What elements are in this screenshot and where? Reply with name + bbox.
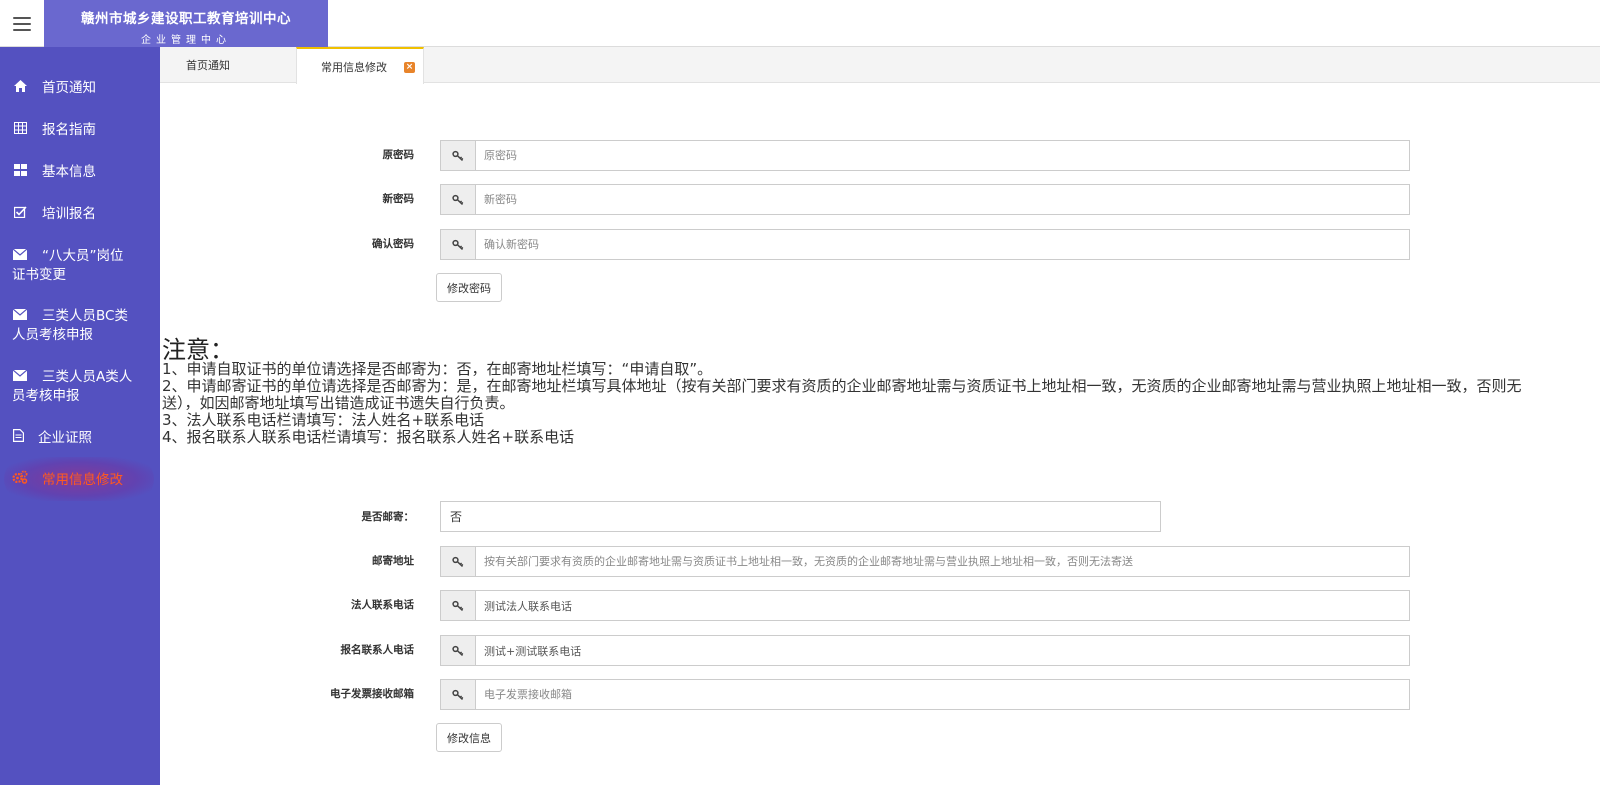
update-info-button[interactable]: 修改信息 [436, 723, 502, 752]
notice-line: 4、报名联系人联系电话栏请填写：报名联系人姓名+联系电话 [162, 429, 575, 446]
contact-phone-group [440, 635, 1410, 666]
mail-option-value: 否 [450, 510, 463, 524]
confirm-password-group [440, 229, 1410, 260]
legal-phone-label: 法人联系电话 [351, 599, 414, 611]
sidebar-item-bc-assessment[interactable]: 三类人员BC类人员考核申报 [0, 307, 160, 345]
legal-phone-input[interactable] [476, 591, 1409, 620]
sidebar-item-label: 培训报名 [42, 206, 96, 222]
contact-phone-input[interactable] [476, 636, 1409, 665]
sidebar-item-home-notice[interactable]: 首页通知 [0, 79, 160, 98]
notice-line: 3、法人联系电话栏请填写：法人姓名+联系电话 [162, 412, 485, 429]
sidebar-item-label: 常用信息修改 [42, 472, 123, 488]
dashboard-icon [12, 163, 28, 182]
notice-line: 1、申请自取证书的单位请选择是否邮寄为：否，在邮寄地址栏填写：“申请自取”。 [162, 361, 713, 378]
grid-icon [12, 121, 28, 140]
brand-subtitle: 企业管理中心 [141, 35, 231, 46]
envelope-icon [12, 307, 28, 326]
sidebar-item-label: 报名指南 [42, 122, 96, 138]
document-icon [12, 429, 24, 448]
invoice-email-label: 电子发票接收邮箱 [330, 688, 414, 700]
sidebar-item-label: 企业证照 [38, 430, 92, 446]
new-password-label: 新密码 [382, 193, 415, 205]
key-icon [441, 636, 476, 665]
tab-common-info-edit[interactable]: 常用信息修改 × [296, 47, 424, 84]
legal-phone-group [440, 590, 1410, 621]
new-password-input[interactable] [476, 185, 1409, 214]
old-password-group [440, 140, 1410, 171]
close-icon[interactable]: × [404, 62, 415, 73]
notice-title: 注意： [162, 336, 234, 364]
mail-address-group [440, 546, 1410, 577]
new-password-group [440, 184, 1410, 215]
key-icon [441, 591, 476, 620]
sidebar-item-label: 三类人员A类人 [42, 369, 133, 385]
contact-phone-label: 报名联系人电话 [340, 644, 415, 656]
envelope-icon [12, 368, 28, 387]
hamburger-line [13, 16, 31, 19]
key-icon [441, 680, 476, 709]
sidebar: 首页通知 报名指南 基本信息 培训报名 “八大员”岗位证书变更 三类人员BC类人… [0, 47, 160, 785]
change-password-button[interactable]: 修改密码 [436, 273, 502, 302]
sidebar-item-label: 员考核申报 [12, 388, 80, 404]
brand-logo: 赣州市城乡建设职工教育培训中心 企业管理中心 [44, 0, 328, 47]
sidebar-item-registration-guide[interactable]: 报名指南 [0, 121, 160, 140]
mail-address-input[interactable] [476, 547, 1409, 576]
gears-icon [12, 470, 28, 490]
sidebar-item-common-info-edit[interactable]: 常用信息修改 [0, 470, 160, 490]
sidebar-item-certificate-change[interactable]: “八大员”岗位证书变更 [0, 247, 160, 285]
mail-option-label: 是否邮寄： [361, 511, 415, 523]
tab-label: 常用信息修改 [321, 60, 387, 74]
tab-bar: 首页通知 常用信息修改 × [160, 47, 1600, 84]
key-icon [441, 141, 476, 170]
checkbox-icon [12, 205, 28, 224]
sidebar-item-label: 三类人员BC类 [42, 308, 128, 324]
sidebar-item-a-assessment[interactable]: 三类人员A类人员考核申报 [0, 368, 160, 406]
key-icon [441, 547, 476, 576]
confirm-password-input[interactable] [476, 230, 1409, 259]
sidebar-item-basic-info[interactable]: 基本信息 [0, 163, 160, 182]
tab-label: 首页通知 [186, 59, 230, 72]
invoice-email-group [440, 679, 1410, 710]
tab-home-notice[interactable]: 首页通知 [160, 47, 296, 83]
envelope-icon [12, 247, 28, 266]
hamburger-line [13, 28, 31, 31]
hamburger-menu-icon[interactable] [0, 0, 44, 47]
notice-line: 送），如因邮寄地址填写出错造成证书遗失自行负责。 [162, 395, 515, 412]
sidebar-item-label: 人员考核申报 [12, 327, 93, 343]
key-icon [441, 185, 476, 214]
brand-title: 赣州市城乡建设职工教育培训中心 [81, 11, 291, 27]
sidebar-item-label: “八大员”岗位 [42, 248, 124, 264]
sidebar-item-label: 首页通知 [42, 80, 96, 96]
mail-option-select[interactable]: 否 [440, 501, 1161, 532]
hamburger-line [13, 22, 31, 25]
sidebar-item-label: 基本信息 [42, 164, 96, 180]
top-bar: 赣州市城乡建设职工教育培训中心 企业管理中心 [0, 0, 1600, 47]
sidebar-item-label: 证书变更 [12, 267, 66, 283]
old-password-label: 原密码 [382, 149, 415, 161]
notice-line: 2、申请邮寄证书的单位请选择是否邮寄为：是，在邮寄地址栏填写具体地址（按有关部门… [162, 378, 1522, 395]
mail-address-label: 邮寄地址 [372, 555, 414, 567]
sidebar-item-enterprise-license[interactable]: 企业证照 [0, 429, 160, 448]
old-password-input[interactable] [476, 141, 1409, 170]
sidebar-item-training-registration[interactable]: 培训报名 [0, 205, 160, 224]
home-icon [12, 79, 28, 98]
invoice-email-input[interactable] [476, 680, 1409, 709]
confirm-password-label: 确认密码 [372, 238, 414, 250]
key-icon [441, 230, 476, 259]
